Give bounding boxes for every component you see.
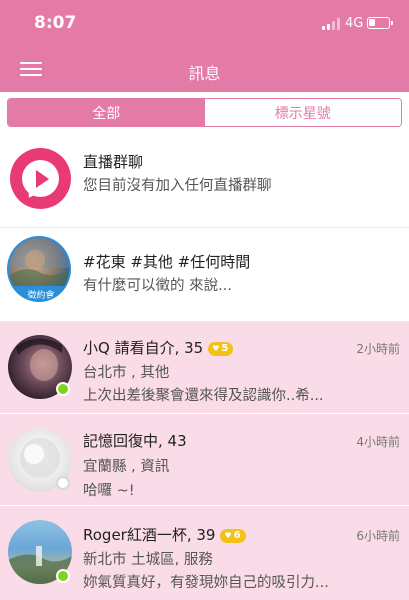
filter-tabs: 全部 標示星號 bbox=[7, 98, 402, 127]
status-time: 8:07 bbox=[34, 13, 77, 33]
conversation-location: 新北市 土城區, 服務 bbox=[83, 552, 213, 568]
date-post-avatar: 徵約會 bbox=[7, 236, 71, 302]
tab-all[interactable]: 全部 bbox=[8, 99, 205, 126]
conversation-name: 記憶回復中, 43 bbox=[83, 432, 187, 450]
level-badge: ♥ 6 bbox=[220, 528, 246, 543]
offline-status-indicator bbox=[56, 476, 70, 490]
status-bar: 8:07 4G bbox=[0, 0, 409, 48]
conversation-time: 6小時前 bbox=[356, 529, 400, 543]
signal-icon bbox=[322, 18, 342, 30]
level-badge: ♥ 5 bbox=[208, 341, 234, 356]
conversation-message: 妳氣質真好，有發現妳自己的吸引力... bbox=[83, 575, 329, 591]
conversation-location: 宜蘭縣 , 資訊 bbox=[83, 459, 170, 475]
app-header: 8:07 4G 訊息 bbox=[0, 0, 409, 92]
conversation-time: 4小時前 bbox=[356, 435, 400, 449]
date-post-message: 有什麼可以徵的 來說... bbox=[83, 278, 232, 294]
online-status-indicator bbox=[56, 569, 70, 583]
conversation-name: Roger紅酒一杯, 39 ♥ 6 bbox=[83, 524, 246, 545]
online-status-indicator bbox=[56, 382, 70, 396]
tab-starred[interactable]: 標示星號 bbox=[204, 99, 401, 126]
live-group-subtitle: 您目前沒有加入任何直播群聊 bbox=[83, 178, 272, 194]
date-post-tags: #花東 #其他 #任何時間 bbox=[83, 253, 251, 271]
live-group-title: 直播群聊 bbox=[83, 153, 144, 171]
conversation-location: 台北市 , 其他 bbox=[83, 365, 170, 381]
conversation-message: 哈囉 ~! bbox=[83, 483, 135, 499]
page-title: 訊息 bbox=[188, 64, 221, 83]
network-type: 4G bbox=[345, 16, 364, 31]
date-post-avatar-label: 徵約會 bbox=[27, 291, 55, 301]
conversation-time: 2小時前 bbox=[356, 342, 400, 356]
conversation-name: 小Q 請看自介, 35 ♥ 5 bbox=[83, 337, 234, 358]
battery-level bbox=[369, 19, 375, 26]
battery-icon bbox=[367, 17, 393, 29]
conversation-message: 上次出差後聚會還來得及認識你..希... bbox=[83, 388, 324, 404]
live-chat-play-icon bbox=[10, 148, 71, 209]
